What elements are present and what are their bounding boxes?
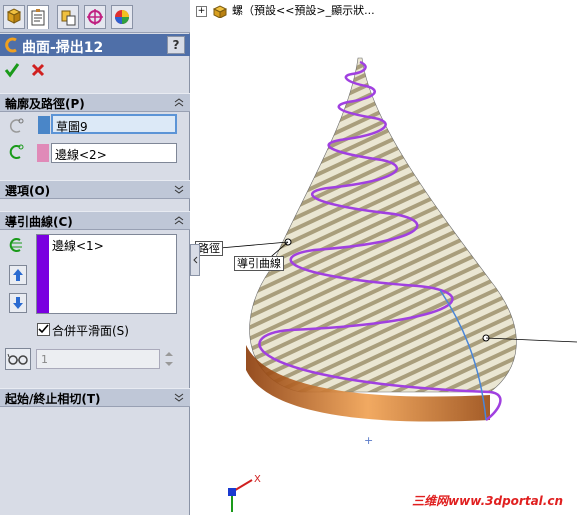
collapse-chevron-icon [174,216,184,225]
profile-selection-field[interactable]: 草圖9 [38,114,177,134]
tab-dimxpert-manager[interactable] [84,5,106,29]
section-count-value: 1 [41,353,48,366]
profile-color-swatch [38,116,50,134]
section-profile-path-header[interactable]: 輪廓及路徑(P) [0,93,190,112]
arrow-down-icon [13,297,23,309]
move-up-button[interactable] [9,265,27,285]
help-button[interactable]: ? [167,36,185,54]
tab-property-manager[interactable] [27,5,49,29]
section-guide-curves-header[interactable]: 導引曲線(C) [0,211,190,230]
guide-curve-icon [9,238,22,252]
section-tangency-title: 起始/終止相切(T) [5,392,101,406]
chevron-left-icon [193,256,198,264]
guide-curves-list[interactable]: 邊線<1> [36,234,177,314]
surface-sweep-icon [5,37,17,53]
profile-icon [10,118,24,133]
property-manager-icon [31,9,45,26]
dimxpert-icon [87,9,103,25]
tab-feature-manager[interactable] [3,5,25,29]
path-icon [9,144,24,159]
spinner-icon[interactable] [163,349,175,369]
section-count-field[interactable]: 1 [36,349,160,369]
checkmark-icon [38,324,49,334]
profile-selection-value: 草圖9 [56,120,88,134]
expand-chevron-icon [174,393,184,402]
section-tangency-header[interactable]: 起始/終止相切(T) [0,388,190,407]
feature-title: 曲面-掃出12 [22,40,104,56]
property-manager-panel: 曲面-掃出12 ? 輪廓及路徑(P) 草圖9 邊線<2> 選項(O) 導引曲線(… [0,0,190,515]
triad-origin-icon [228,488,236,496]
section-profile-path-title: 輪廓及路徑(P) [5,97,85,111]
configuration-manager-icon [61,10,76,26]
show-sections-button[interactable] [5,348,31,370]
feature-tree-icon [6,8,22,24]
arrow-up-icon [13,269,23,281]
sweep-surface[interactable] [249,57,517,393]
triad-x-label: X [254,474,261,485]
path-selection-value: 邊線<2> [55,148,107,162]
tab-display-manager[interactable] [111,5,133,29]
section-options-title: 選項(O) [5,184,51,198]
cancel-x-icon[interactable] [30,62,46,78]
move-down-button[interactable] [9,293,27,313]
origin-marker: + [364,434,373,447]
guide-color-swatch [37,235,49,313]
display-manager-icon [115,10,129,24]
panel-flyout-handle[interactable] [190,244,200,276]
feature-title-bar: 曲面-掃出12 ? [0,34,190,56]
watermark: 三维网www.3dportal.cn [412,494,563,508]
collapse-chevron-icon [174,98,184,107]
merge-smooth-checkbox[interactable] [37,323,50,336]
path-selection-field[interactable]: 邊線<2> [37,143,177,163]
leader-line [219,241,289,249]
glasses-icon [7,353,28,365]
list-item[interactable]: 邊線<1> [52,237,104,254]
expand-chevron-icon [174,185,184,194]
tab-configuration-manager[interactable] [57,5,79,29]
graphics-area[interactable]: + 螺（預設<<預設>_顯示狀... + 路徑 導引曲線 X 三维网www.3d… [190,0,577,515]
ok-cancel-bar [0,58,190,82]
section-options-header[interactable]: 選項(O) [0,180,190,199]
merge-smooth-label: 合併平滑面(S) [52,324,129,338]
ok-check-icon[interactable] [4,62,20,78]
path-color-swatch [37,144,49,162]
callout-guide-curve[interactable]: 導引曲線 [234,256,284,271]
section-guide-curves-title: 導引曲線(C) [5,215,73,229]
manager-tabs [0,0,190,33]
